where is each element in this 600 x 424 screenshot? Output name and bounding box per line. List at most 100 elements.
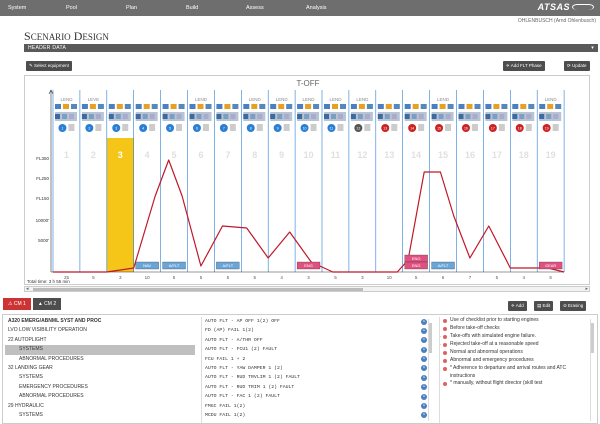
equipment-icon[interactable] bbox=[512, 104, 519, 109]
scenario-timeline[interactable]: T-OFF LEND LEVE LEND LEND LEND LEND LEND LEND LEN… bbox=[24, 75, 590, 285]
checklist-icon[interactable] bbox=[418, 124, 425, 131]
checklist-icon[interactable] bbox=[498, 124, 505, 131]
weather-icon[interactable] bbox=[385, 104, 392, 109]
info-icon[interactable]: i bbox=[421, 327, 427, 334]
tree-item[interactable]: SYSTEMS bbox=[5, 373, 195, 382]
fault-item[interactable]: AUTO FLT - RUD TRVLIM 1 (2) FAULT i bbox=[202, 373, 433, 382]
tree-item[interactable]: SYSTEMS bbox=[5, 345, 195, 355]
checklist-icon[interactable] bbox=[445, 124, 452, 131]
weather-icon[interactable] bbox=[412, 104, 419, 109]
aircraft-icon[interactable] bbox=[205, 104, 212, 109]
tab-cm-1[interactable]: ⚠ CM 1 bbox=[3, 298, 31, 310]
weather-icon[interactable] bbox=[278, 104, 285, 109]
nav-item-analysis[interactable]: Analysis bbox=[298, 0, 358, 16]
aircraft-icon[interactable] bbox=[97, 104, 104, 109]
fault-list-scrollbar[interactable] bbox=[428, 319, 432, 421]
weather-icon[interactable] bbox=[251, 104, 258, 109]
fault-item[interactable]: FD (AP) FAIL 1(2) i bbox=[202, 326, 433, 335]
weather-icon[interactable] bbox=[197, 104, 204, 109]
checklist-icon[interactable] bbox=[202, 124, 209, 131]
aircraft-icon[interactable] bbox=[528, 104, 535, 109]
checklist-icon[interactable] bbox=[310, 124, 317, 131]
tree-item[interactable]: LVO LOW VISIBILITY OPERATION bbox=[5, 326, 195, 335]
info-icon[interactable]: i bbox=[421, 356, 427, 363]
assessment-item[interactable]: * Adherence to departure and arrival rou… bbox=[440, 365, 595, 380]
weather-icon[interactable] bbox=[493, 104, 500, 109]
equipment-icon[interactable] bbox=[324, 104, 330, 109]
equipment-icon[interactable] bbox=[485, 104, 492, 109]
assessment-item[interactable]: 1 Rejected take-off at a reasonable speed bbox=[440, 341, 595, 349]
info-icon[interactable]: i bbox=[421, 337, 427, 344]
timeline-horizontal-scrollbar[interactable]: ◂ ▸ bbox=[24, 286, 590, 292]
nav-item-pool[interactable]: Pool bbox=[58, 0, 118, 16]
info-icon[interactable]: i bbox=[421, 318, 427, 325]
aircraft-icon[interactable] bbox=[259, 104, 266, 109]
assessment-scrollbar[interactable] bbox=[590, 319, 594, 421]
aircraft-icon[interactable] bbox=[151, 104, 158, 109]
checklist-icon[interactable] bbox=[68, 124, 75, 131]
tree-item[interactable]: 29 HYDRAULIC bbox=[5, 402, 195, 411]
info-icon[interactable]: i bbox=[421, 412, 427, 419]
weather-icon[interactable] bbox=[89, 104, 96, 109]
weather-icon[interactable] bbox=[439, 104, 446, 109]
checklist-icon[interactable] bbox=[283, 124, 290, 131]
tree-item[interactable]: A320 EMERG/ABNML SYST AND PROC bbox=[5, 317, 195, 326]
checklist-icon[interactable] bbox=[471, 124, 478, 131]
scroll-left-icon[interactable]: ◂ bbox=[26, 286, 29, 292]
tab-cm-2[interactable]: ▲ CM 2 bbox=[32, 298, 62, 310]
checklist-icon[interactable] bbox=[149, 124, 156, 131]
info-icon[interactable]: i bbox=[421, 384, 427, 391]
assessment-item[interactable]: Normal and abnormal operations bbox=[440, 349, 595, 357]
weather-icon[interactable] bbox=[466, 104, 473, 109]
aircraft-icon[interactable] bbox=[178, 104, 185, 109]
equipment-icon[interactable] bbox=[243, 104, 250, 109]
scrollbar-thumb[interactable] bbox=[33, 288, 363, 291]
tree-item[interactable]: SYSTEMS bbox=[5, 411, 195, 420]
weather-icon[interactable] bbox=[170, 104, 177, 109]
aircraft-icon[interactable] bbox=[555, 104, 562, 109]
fault-item[interactable]: AUTO FLT - YAW DAMPER 1 (2) i bbox=[202, 364, 433, 373]
aircraft-icon[interactable] bbox=[474, 104, 481, 109]
weather-icon[interactable] bbox=[358, 104, 365, 109]
checklist-icon[interactable] bbox=[525, 124, 532, 131]
checklist-icon[interactable] bbox=[176, 124, 183, 131]
equipment-icon[interactable] bbox=[350, 104, 357, 109]
tree-item[interactable]: 32 LANDING GEAR bbox=[5, 364, 195, 373]
fault-item[interactable]: FCU FAIL 1 + 2 i bbox=[202, 355, 433, 364]
weather-icon[interactable] bbox=[547, 104, 554, 109]
equipment-icon[interactable] bbox=[55, 104, 61, 109]
equipment-icon[interactable] bbox=[189, 104, 196, 109]
scroll-right-icon[interactable]: ▸ bbox=[585, 286, 588, 292]
weather-icon[interactable] bbox=[305, 104, 312, 109]
tree-item[interactable]: 22 AUTOPLIGHT bbox=[5, 336, 195, 345]
checklist-icon[interactable] bbox=[95, 124, 102, 131]
checklist-icon[interactable] bbox=[364, 124, 371, 131]
weather-icon[interactable] bbox=[63, 104, 69, 109]
aircraft-icon[interactable] bbox=[393, 104, 400, 109]
fault-item[interactable]: AUTO FLT - AP OFF 1(2) OFF i bbox=[202, 317, 433, 326]
assessment-scroll-thumb[interactable] bbox=[591, 323, 594, 353]
equipment-icon[interactable] bbox=[297, 104, 304, 109]
fault-item[interactable]: AUTO FLT - FCU1 (2) FAULT i bbox=[202, 345, 433, 354]
checklist-icon[interactable] bbox=[256, 124, 263, 131]
weather-icon[interactable] bbox=[143, 104, 150, 109]
weather-icon[interactable] bbox=[520, 104, 527, 109]
fault-item[interactable]: FMGC FAIL 1(2) i bbox=[202, 402, 433, 411]
weather-icon[interactable] bbox=[116, 104, 123, 109]
weather-icon[interactable] bbox=[224, 104, 231, 109]
weather-icon[interactable] bbox=[332, 104, 338, 109]
nav-item-assess[interactable]: Assess bbox=[238, 0, 298, 16]
tree-item[interactable]: ABNORMAL PROCEDURES bbox=[5, 392, 195, 401]
equipment-icon[interactable] bbox=[135, 104, 142, 109]
equipment-icon[interactable] bbox=[458, 104, 465, 109]
nav-item-system[interactable]: System bbox=[0, 0, 58, 16]
erasing-button[interactable]: ⊘ Erasing bbox=[560, 301, 587, 311]
aircraft-icon[interactable] bbox=[232, 104, 239, 109]
equipment-icon[interactable] bbox=[404, 104, 411, 109]
checklist-icon[interactable] bbox=[122, 124, 129, 131]
aircraft-icon[interactable] bbox=[420, 104, 427, 109]
aircraft-icon[interactable] bbox=[124, 104, 131, 109]
fault-item[interactable]: AUTO FLT - A/THR OFF i bbox=[202, 336, 433, 345]
checklist-icon[interactable] bbox=[229, 124, 236, 131]
assessment-item[interactable]: Abnormal and emergency procedures bbox=[440, 357, 595, 365]
